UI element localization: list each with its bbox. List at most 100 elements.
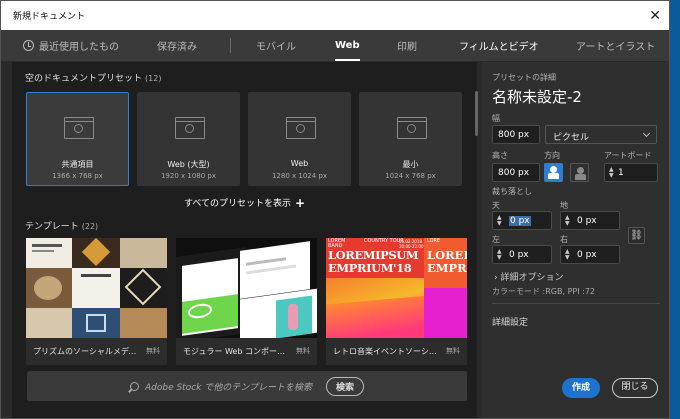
tab-mobile[interactable]: モバイル xyxy=(256,30,296,61)
category-tabs: 最近使用したもの 保存済み モバイル Web 印刷 フィルムとビデオ アートとイ… xyxy=(1,30,669,61)
globe-icon xyxy=(407,124,416,133)
stepper-icon: ▲ ▼ xyxy=(609,166,614,179)
preset-name: Web (大型) xyxy=(167,160,210,169)
templates-count: (22) xyxy=(81,222,99,231)
preset-name: 共通項目 xyxy=(61,160,94,169)
stepper-icon: ▲ ▼ xyxy=(565,248,570,261)
chevron-right-icon: › xyxy=(494,273,498,283)
document-icon xyxy=(175,117,205,139)
free-badge: 無料 xyxy=(146,347,160,355)
search-input[interactable]: Adobe Stock で他のテンプレートを検索 xyxy=(145,380,312,393)
template-name: モジュラー Web コンポーネン... xyxy=(183,347,292,356)
tab-web[interactable]: Web xyxy=(335,30,360,61)
portrait-orientation-button[interactable] xyxy=(544,163,563,182)
presets-scrollbar[interactable] xyxy=(475,91,478,136)
tab-art-illustration-label: アートとイラスト xyxy=(576,42,656,53)
advanced-options-toggle[interactable]: › 詳細オプション xyxy=(494,270,564,283)
preset-card-common[interactable]: 共通項目 1366 x 768 px xyxy=(26,92,129,186)
artboard-count-value: 1 xyxy=(618,168,624,178)
landscape-orientation-button[interactable] xyxy=(570,163,589,182)
bleed-right-input[interactable]: ▲ ▼ 0 px xyxy=(560,245,620,264)
bleed-left-value: 0 px xyxy=(509,250,529,260)
artboard-count-input[interactable]: ▲ ▼ 1 xyxy=(604,163,658,182)
close-icon[interactable]: ✕ xyxy=(649,9,661,23)
tab-saved[interactable]: 保存済み xyxy=(157,30,197,61)
template-card-prism[interactable]: プリズムのソーシャルメディ... 無料 xyxy=(26,238,167,365)
clock-icon xyxy=(23,40,34,51)
tab-film-video-label: フィルムとビデオ xyxy=(459,42,539,53)
chevron-down-icon xyxy=(642,129,651,138)
orientation-label: 方向 xyxy=(544,151,560,160)
title-bar: 新規ドキュメント ✕ xyxy=(1,1,669,30)
close-button[interactable]: 閉じる xyxy=(612,378,658,398)
bleed-top-input[interactable]: ▲ ▼ 0 px xyxy=(492,211,552,230)
tab-film-video[interactable]: フィルムとビデオ xyxy=(459,30,539,61)
free-badge: 無料 xyxy=(296,347,310,355)
create-button[interactable]: 作成 xyxy=(562,378,600,398)
bleed-bottom-input[interactable]: ▲ ▼ 0 px xyxy=(560,211,620,230)
show-all-presets-link[interactable]: すべてのプリセットを表示 + xyxy=(12,196,477,210)
document-name-field[interactable]: 名称未設定-2 xyxy=(492,86,582,107)
plus-icon: + xyxy=(294,196,306,210)
tab-recent-label: 最近使用したもの xyxy=(39,42,119,53)
tab-mobile-label: モバイル xyxy=(256,42,296,53)
bleed-right-value: 0 px xyxy=(577,250,597,260)
template-caption: レトロ音楽イベントソーシャ... 無料 xyxy=(333,346,460,357)
thumb-headline: EMPRI xyxy=(427,261,467,275)
bleed-left-label: 左 xyxy=(492,235,500,244)
template-caption: モジュラー Web コンポーネン... 無料 xyxy=(183,346,310,357)
preset-name: 最小 xyxy=(402,160,419,169)
search-button[interactable]: 検索 xyxy=(325,376,364,396)
new-document-dialog: 新規ドキュメント ✕ 最近使用したもの 保存済み モバイル Web 印刷 フィル… xyxy=(0,0,670,419)
preset-card-web[interactable]: Web 1280 x 1024 px xyxy=(248,92,351,186)
portrait-icon xyxy=(550,166,557,173)
more-settings-button[interactable]: 詳細設定 xyxy=(492,315,528,328)
artboard-label: アートボード xyxy=(604,151,652,160)
presets-count: (12) xyxy=(145,74,162,83)
stepper-icon: ▲ ▼ xyxy=(565,214,570,227)
advanced-options-label: 詳細オプション xyxy=(500,273,564,283)
preset-size: 1024 x 768 px xyxy=(385,172,436,180)
preset-size: 1280 x 1024 px xyxy=(271,172,328,180)
document-icon xyxy=(64,117,94,139)
thumb-headline: LOREMIPSUM xyxy=(328,248,419,262)
divider xyxy=(492,303,660,304)
tab-recent[interactable]: 最近使用したもの xyxy=(23,30,119,61)
bleed-left-input[interactable]: ▲ ▼ 0 px xyxy=(492,245,552,264)
bleed-bottom-label: 地 xyxy=(560,201,568,210)
bleed-top-value: 0 px xyxy=(509,216,531,226)
details-header: プリセットの詳細 xyxy=(492,73,556,82)
height-input[interactable]: 800 px xyxy=(492,163,540,182)
document-icon xyxy=(286,117,316,139)
color-mode-text: カラーモード :RGB, PPI :72 xyxy=(492,287,595,296)
preset-card-web-large[interactable]: Web (大型) 1920 x 1080 px xyxy=(137,92,240,186)
landscape-icon xyxy=(577,167,584,174)
preset-details-panel: プリセットの詳細 名称未設定-2 幅 800 px ピクセル 高さ 方向 アート… xyxy=(482,62,669,418)
tab-web-label: Web xyxy=(335,40,360,51)
globe-icon xyxy=(296,124,305,133)
width-input[interactable]: 800 px xyxy=(492,125,540,144)
width-label: 幅 xyxy=(492,114,500,123)
presets-section-title: 空のドキュメントプリセット (12) xyxy=(25,71,161,84)
template-card-retro-music[interactable]: LOREM BAND COUNTRY TOUR 01.02.2018 20:00… xyxy=(326,238,467,365)
unit-select-value: ピクセル xyxy=(553,133,590,143)
templates-section-title: テンプレート (22) xyxy=(25,219,98,232)
height-label: 高さ xyxy=(492,151,508,160)
stock-search-bar[interactable]: Adobe Stock で他のテンプレートを検索 検索 xyxy=(27,371,467,401)
presets-title-text: 空のドキュメントプリセット xyxy=(25,74,143,84)
thumb-text-small: LORE xyxy=(427,238,441,244)
unit-select[interactable]: ピクセル xyxy=(545,125,657,144)
tab-art-illustration[interactable]: アートとイラスト xyxy=(576,30,655,61)
thumb-text-small: COUNTRY TOUR xyxy=(364,238,404,244)
thumb-headline: LOREI xyxy=(427,248,467,262)
stepper-icon: ▲ ▼ xyxy=(497,214,502,227)
preset-card-minimum[interactable]: 最小 1024 x 768 px xyxy=(359,92,462,186)
free-badge: 無料 xyxy=(446,347,460,355)
tab-print[interactable]: 印刷 xyxy=(397,30,417,61)
link-icon[interactable]: ⛓ xyxy=(628,227,645,244)
template-name: プリズムのソーシャルメディ... xyxy=(33,347,142,356)
template-caption: プリズムのソーシャルメディ... 無料 xyxy=(33,346,160,357)
thumb-headline: EMPRIUM'18 xyxy=(328,261,412,275)
bleed-right-label: 右 xyxy=(560,235,568,244)
template-card-modular-web[interactable]: モジュラー Web コンポーネン... 無料 xyxy=(176,238,317,365)
